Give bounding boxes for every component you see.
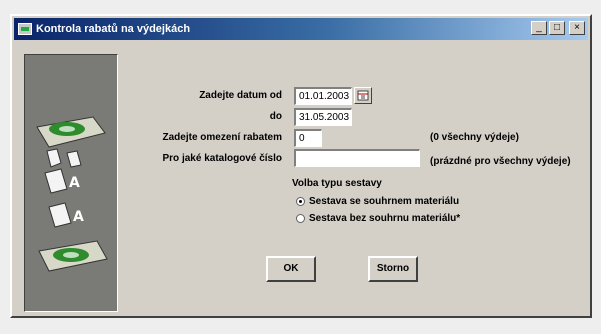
app-icon	[18, 23, 32, 35]
paper-icon	[46, 148, 62, 168]
date-from-label: Zadejte datum od	[199, 90, 282, 101]
option-with-summary[interactable]: Sestava se souhrnem materiálu	[296, 196, 459, 207]
svg-text:A: A	[73, 209, 84, 225]
calendar-button[interactable]	[354, 87, 372, 104]
rabat-label: Zadejte omezení rabatem	[162, 132, 282, 143]
option-without-summary-label: Sestava bez souhrnu materiálu*	[309, 213, 461, 224]
date-to-input[interactable]: 31.05.2003	[294, 108, 352, 126]
option-without-summary[interactable]: Sestava bez souhrnu materiálu*	[296, 213, 460, 224]
paper-icon	[48, 202, 72, 228]
cassette-illustration: A A	[36, 116, 108, 272]
decorative-side-panel: A A	[24, 54, 118, 312]
date-from-input[interactable]: 01.01.2003	[294, 87, 352, 105]
option-with-summary-label: Sestava se souhrnem materiálu	[309, 196, 460, 207]
date-to-label: do	[269, 111, 282, 122]
paper-icon	[66, 150, 82, 168]
catalog-hint: (prázdné pro všechny výdeje)	[430, 156, 571, 167]
calendar-icon	[357, 90, 369, 101]
dialog-window: Kontrola rabatů na výdejkách _ □ × A A Z…	[10, 14, 592, 318]
cassette-icon-bottom	[38, 240, 108, 272]
catalog-label: Pro jaké katalogové číslo	[162, 153, 283, 164]
close-button[interactable]: ×	[569, 21, 585, 35]
rabat-input[interactable]: 0	[294, 129, 322, 147]
cassette-icon-top	[36, 116, 106, 148]
svg-text:A: A	[69, 175, 80, 191]
ok-button[interactable]: OK	[266, 256, 316, 282]
radio-selected[interactable]	[296, 197, 305, 206]
maximize-button[interactable]: □	[549, 21, 565, 35]
window-title: Kontrola rabatů na výdejkách	[36, 23, 191, 35]
catalog-input[interactable]	[294, 149, 420, 167]
title-bar[interactable]: Kontrola rabatů na výdejkách _ □ ×	[14, 18, 588, 40]
rabat-hint: (0 všechny výdeje)	[430, 132, 519, 143]
paper-icon	[44, 168, 68, 194]
cancel-button[interactable]: Storno	[368, 256, 418, 282]
minimize-button[interactable]: _	[531, 21, 547, 35]
radio-unselected[interactable]	[296, 214, 305, 223]
report-type-title: Volba typu sestavy	[292, 178, 382, 189]
